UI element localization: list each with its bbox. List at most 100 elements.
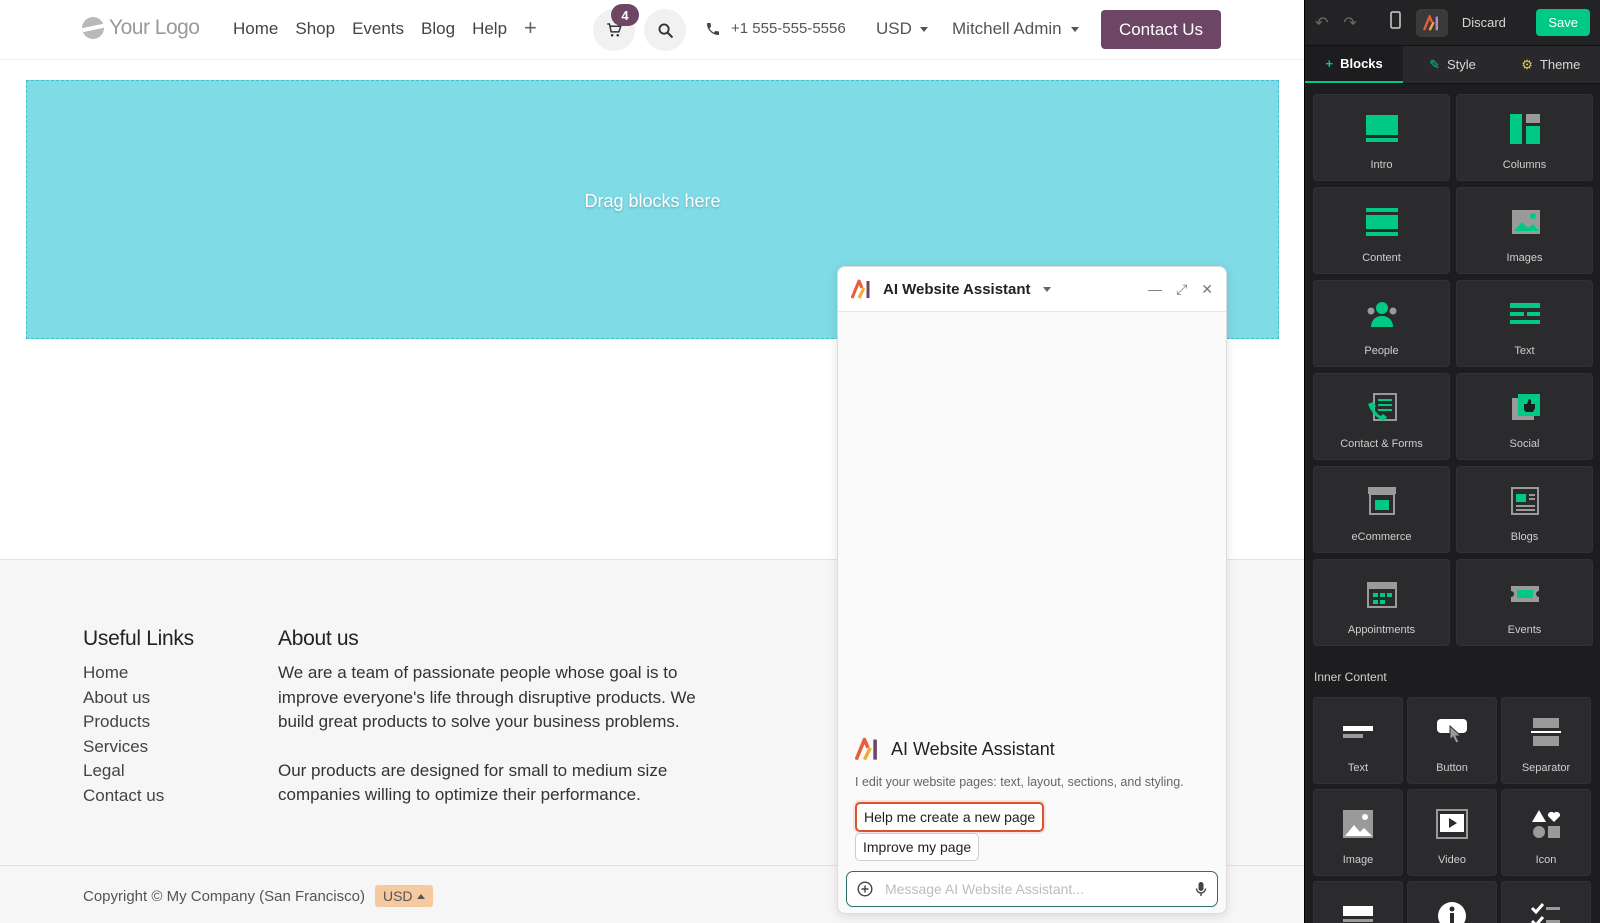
block-label: Button <box>1436 762 1468 774</box>
checklist-snippet-icon <box>1530 896 1562 923</box>
suggestion-improve-page[interactable]: Improve my page <box>855 833 980 861</box>
ai-logo-icon <box>1422 14 1438 31</box>
about-paragraph: We are a team of passionate people whose… <box>278 663 696 732</box>
site-logo[interactable]: Your Logo <box>82 16 200 40</box>
nav-blog[interactable]: Blog <box>421 19 455 39</box>
expand-icon[interactable]: ⤢ <box>1176 281 1187 298</box>
footer-currency-selector[interactable]: USD <box>374 885 433 907</box>
undo-icon[interactable]: ↶ <box>1315 13 1328 33</box>
intro-block-icon <box>1365 109 1399 149</box>
block-ecommerce[interactable]: eCommerce <box>1313 466 1450 553</box>
inner-block-button[interactable]: Button <box>1407 697 1497 784</box>
contact-forms-block-icon <box>1365 388 1399 428</box>
ai-intro: AI Website Assistant I edit your website… <box>855 737 1215 789</box>
block-label: Text <box>1514 345 1535 357</box>
block-text[interactable]: Text <box>1456 280 1593 367</box>
inner-content-blocks: Text Button Separator Image Video Icon <box>1313 697 1593 923</box>
block-contact-forms[interactable]: Contact & Forms <box>1313 373 1450 460</box>
block-label: Columns <box>1502 159 1547 171</box>
close-icon[interactable]: ✕ <box>1201 281 1213 298</box>
phone-link[interactable]: +1 555-555-5556 <box>705 20 846 37</box>
tab-blocks-label: Blocks <box>1340 56 1383 71</box>
block-label: Icon <box>1535 854 1557 866</box>
user-menu[interactable]: Mitchell Admin <box>952 19 1079 39</box>
contact-us-button[interactable]: Contact Us <box>1101 10 1221 49</box>
redo-icon[interactable]: ↷ <box>1343 13 1356 33</box>
search-button[interactable] <box>644 9 686 51</box>
nav-home[interactable]: Home <box>233 19 278 39</box>
block-images[interactable]: Images <box>1456 187 1593 274</box>
inner-block-separator[interactable]: Separator <box>1501 697 1591 784</box>
inner-block-card[interactable] <box>1313 881 1403 923</box>
text-snippet-icon <box>1342 712 1374 752</box>
ai-assistant-header: AI Website Assistant — ⤢ ✕ <box>838 267 1226 312</box>
footer-link-services[interactable]: Services <box>83 735 194 760</box>
currency-selector[interactable]: USD <box>876 19 928 39</box>
social-block-icon <box>1508 388 1542 428</box>
block-label: Text <box>1347 762 1369 774</box>
useful-links-title: Useful Links <box>83 627 194 650</box>
card-snippet-icon <box>1342 896 1374 923</box>
microphone-icon[interactable] <box>1195 881 1207 897</box>
about-paragraph: Our products are designed for small to m… <box>278 760 668 805</box>
editor-toolbar: ↶ ↷ Discard Save <box>1305 0 1600 46</box>
nav-help[interactable]: Help <box>472 19 507 39</box>
nav-shop[interactable]: Shop <box>295 19 335 39</box>
inner-block-checklist[interactable] <box>1501 881 1591 923</box>
block-columns[interactable]: Columns <box>1456 94 1593 181</box>
minimize-icon[interactable]: — <box>1148 281 1162 297</box>
main-nav: Home Shop Events Blog Help + <box>233 17 537 39</box>
tab-theme-label: Theme <box>1539 57 1581 72</box>
ai-assistant-panel: AI Website Assistant — ⤢ ✕ AI Website As… <box>837 266 1227 914</box>
footer-link-products[interactable]: Products <box>83 710 194 735</box>
ai-logo-icon <box>851 279 870 299</box>
block-appointments[interactable]: Appointments <box>1313 559 1450 646</box>
block-content[interactable]: Content <box>1313 187 1450 274</box>
icon-snippet-icon <box>1530 804 1562 844</box>
block-blogs[interactable]: Blogs <box>1456 466 1593 553</box>
tab-theme[interactable]: ⚙ Theme <box>1502 46 1600 83</box>
inner-block-image[interactable]: Image <box>1313 789 1403 876</box>
add-attachment-icon[interactable] <box>857 881 873 897</box>
ai-logo-icon <box>855 737 877 761</box>
tab-blocks[interactable]: + Blocks <box>1305 46 1404 83</box>
mobile-preview-icon[interactable] <box>1390 11 1401 34</box>
inner-block-text[interactable]: Text <box>1313 697 1403 784</box>
block-people[interactable]: People <box>1313 280 1450 367</box>
inner-block-icon[interactable]: Icon <box>1501 789 1591 876</box>
footer-link-about[interactable]: About us <box>83 686 194 711</box>
editor-tabs: + Blocks ✎ Style ⚙ Theme <box>1305 46 1600 84</box>
save-button[interactable]: Save <box>1536 9 1590 36</box>
block-label: eCommerce <box>1351 531 1412 543</box>
footer-link-contact[interactable]: Contact us <box>83 784 194 809</box>
inner-block-alert[interactable] <box>1407 881 1497 923</box>
chevron-down-icon[interactable] <box>1042 286 1051 292</box>
block-label: Separator <box>1521 762 1571 774</box>
phone-number: +1 555-555-5556 <box>731 20 846 37</box>
block-events[interactable]: Events <box>1456 559 1593 646</box>
chevron-up-icon <box>416 893 425 899</box>
about-title: About us <box>278 627 359 650</box>
nav-events[interactable]: Events <box>352 19 404 39</box>
block-categories: Intro Columns Content Images People Text… <box>1313 94 1593 646</box>
inner-block-video[interactable]: Video <box>1407 789 1497 876</box>
discard-button[interactable]: Discard <box>1462 15 1506 30</box>
ai-message-input[interactable] <box>885 881 1183 897</box>
ai-intro-title: AI Website Assistant <box>891 738 1055 759</box>
events-block-icon <box>1508 574 1542 614</box>
ai-assistant-toggle[interactable] <box>1415 8 1448 37</box>
block-label: Blogs <box>1510 531 1539 543</box>
tab-style[interactable]: ✎ Style <box>1403 46 1501 83</box>
footer-currency-label: USD <box>382 888 413 904</box>
video-snippet-icon <box>1436 804 1468 844</box>
block-label: Appointments <box>1347 624 1416 636</box>
footer-link-legal[interactable]: Legal <box>83 759 194 784</box>
block-intro[interactable]: Intro <box>1313 94 1450 181</box>
add-menu-item-icon[interactable]: + <box>524 17 537 39</box>
phone-icon <box>707 22 719 35</box>
logo-text: Your Logo <box>109 16 200 39</box>
suggestion-create-page[interactable]: Help me create a new page <box>855 802 1045 832</box>
footer-link-home[interactable]: Home <box>83 661 194 686</box>
copyright-bar: Copyright © My Company (San Francisco) U… <box>83 885 433 907</box>
block-social[interactable]: Social <box>1456 373 1593 460</box>
